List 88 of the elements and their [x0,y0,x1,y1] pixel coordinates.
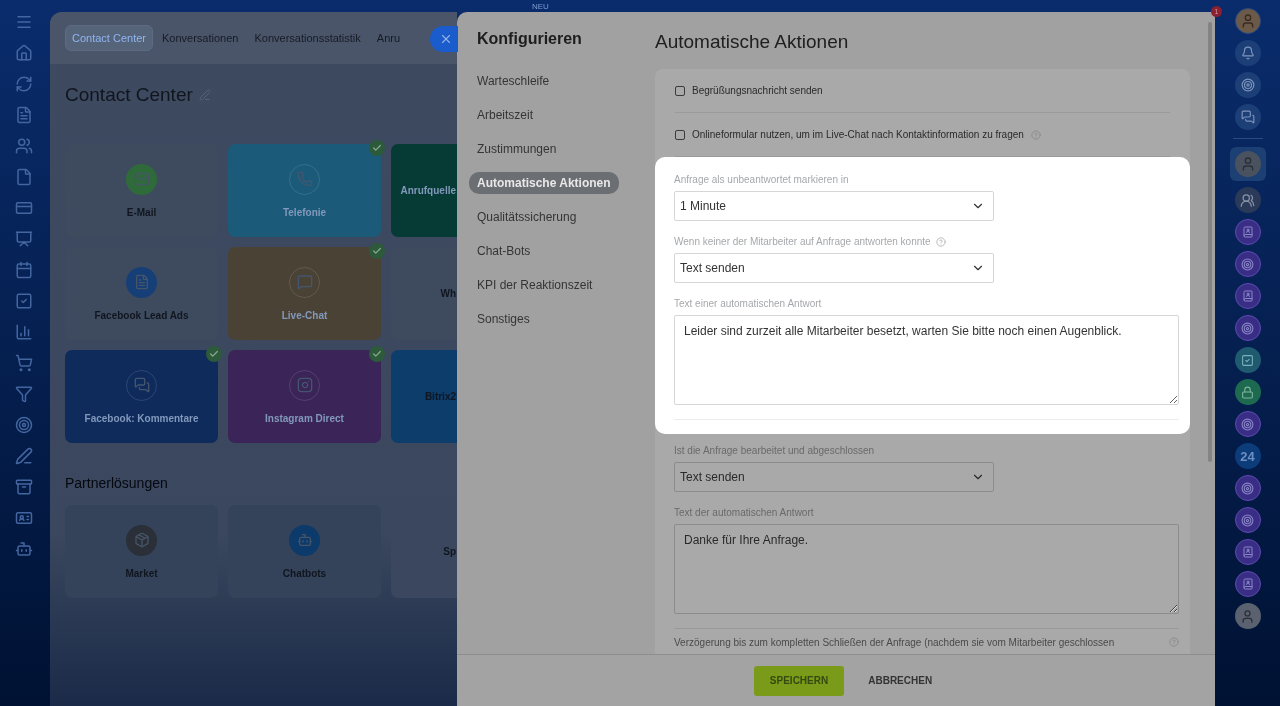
channel-tile[interactable]: Instagram Direct [228,350,381,443]
select-field[interactable]: Text senden [674,462,994,492]
checkbox[interactable] [675,85,685,96]
target-icon[interactable] [1234,411,1261,437]
checkbox-label: Onlineformular nutzen, um im Live-Chat nach Kontaktinformation zu fragen [692,129,1024,140]
target-icon[interactable] [1234,475,1261,501]
target-icon[interactable] [15,416,35,436]
select-field[interactable]: Text senden [674,253,994,283]
tab[interactable]: Konversationen [155,25,246,51]
new-label: NEU [532,2,549,11]
nav-item[interactable]: Zustimmungen [469,138,565,160]
target-icon[interactable] [1234,315,1261,341]
box-icon [126,524,157,556]
cart-icon[interactable] [15,354,35,374]
nav-item[interactable]: Qualitätssicherung [469,206,585,228]
nav-item[interactable]: Automatische Aktionen [469,172,619,194]
checkbox-label: Begrüßungsnachricht senden [692,85,823,96]
task-icon[interactable] [15,292,35,312]
text-area[interactable]: Danke für Ihre Anfrage. [674,524,1179,614]
field-label: Verzögerung bis zum kompletten Schließen der Anfrage (nachdem sie vom Mitarbeiter geschlossen [674,637,1115,649]
field-label: Wenn keiner der Mitarbeiter auf Anfrage antworten konnte [674,236,931,247]
pen-icon[interactable] [15,447,35,467]
bell-icon[interactable] [1234,40,1261,66]
close-button[interactable] [430,26,458,52]
field-label: Anfrage als unbeantwortet markieren in [674,174,849,185]
tile-label: E-Mail [126,206,157,218]
section-title: Partnerlösungen [65,475,169,491]
check-icon [369,346,385,362]
section-heading: Automatische Aktionen [655,31,850,53]
contact-book-icon[interactable] [1234,283,1261,309]
contact-book-icon[interactable] [1234,219,1261,245]
target-icon[interactable] [1234,72,1261,98]
check-icon [369,243,385,259]
tile-label: Telefonie [282,206,327,218]
tab[interactable]: Contact Center [65,25,153,51]
mail-icon [126,163,157,195]
panel-title: Konfigurieren [477,30,583,48]
nav-item[interactable]: Chat-Bots [469,240,539,262]
target-icon[interactable] [1234,507,1261,533]
tile-label: Facebook: Kommentare [84,412,199,424]
contact-book-icon[interactable] [1234,571,1261,597]
tile-label: Live-Chat [281,309,328,321]
filter-icon[interactable] [15,385,35,405]
tab[interactable]: Anru [369,25,408,51]
nav-item[interactable]: Sonstiges [469,308,538,330]
field-label: Text der automatischen Antwort [674,507,814,518]
check-icon [369,140,385,156]
channel-tile[interactable]: Facebook: Kommentare [65,350,218,443]
task-icon[interactable] [1234,347,1261,373]
text-area[interactable]: Leider sind zurzeit alle Mitarbeiter besetzt, warten Sie bitte noch einen Augenblick. [674,315,1179,405]
tile-label: Facebook Lead Ads [94,309,189,321]
field-label: Text einer automatischen Antwort [674,298,822,309]
channel-tile[interactable]: Anrufquelle [391,144,457,237]
chat-icon[interactable] [1234,104,1261,130]
group-avatar-icon[interactable] [1234,187,1261,213]
contact-book-icon[interactable] [1234,539,1261,565]
tile-label: Chatbots [282,567,327,579]
channel-tile[interactable]: Telefonie [228,144,381,237]
tile-label: Bitrix2 [424,391,456,402]
avatar-icon[interactable] [1234,603,1261,629]
target-icon[interactable] [1234,251,1261,277]
tab[interactable]: Konversationsstatistik [247,25,368,51]
lead-form-icon [126,266,157,298]
home-icon[interactable] [15,44,35,64]
page-title: Contact Center [65,84,193,106]
archive-icon[interactable] [15,478,35,498]
select-field[interactable]: 1 Minute [674,191,994,221]
channel-tile[interactable]: Live-Chat [228,247,381,340]
avatar-icon[interactable] [1229,147,1266,181]
nav-item[interactable]: KPI der Reaktionszeit [469,274,601,296]
tile-label: Wh [440,288,456,299]
lock-icon[interactable] [1234,379,1261,405]
nav-item[interactable]: Arbeitszeit [469,104,542,126]
app-badge[interactable]: 24 [1234,443,1261,469]
calendar-icon[interactable] [15,261,35,281]
cancel-button[interactable]: ABBRECHEN [852,665,949,696]
nav-item[interactable]: Warteschleife [469,70,558,92]
avatar-icon[interactable] [1234,8,1261,34]
check-icon [206,346,222,362]
save-button[interactable]: SPEICHERN [753,665,845,696]
tile-label: Anrufquelle [400,185,456,196]
checkbox[interactable] [675,129,685,140]
tile-label: Instagram Direct [265,412,344,424]
close-icon [439,32,453,46]
field-label: Ist die Anfrage bearbeitet und abgeschlossen [674,445,875,456]
tile-label: Market [125,567,158,579]
tile-label: Sp [443,546,456,557]
robot-icon [289,524,320,556]
